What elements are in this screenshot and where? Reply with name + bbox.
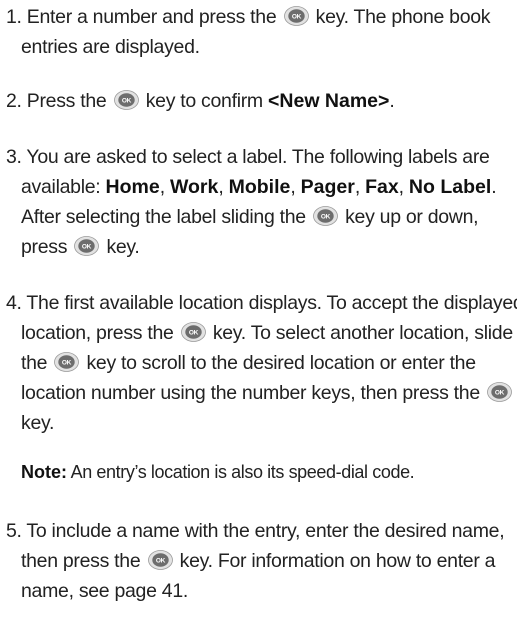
label-work: Work (169, 176, 219, 198)
svg-text:OK: OK (122, 97, 132, 104)
svg-text:OK: OK (495, 389, 505, 396)
step-3: 3. You are asked to select a label. The … (6, 142, 517, 262)
separator: , (218, 176, 224, 198)
step-5: 5. To include a name with the entry, ent… (6, 516, 517, 606)
step-1: 1. Enter a number and press the OK key. … (6, 2, 517, 62)
step-4: 4. The first available location displays… (6, 288, 517, 438)
step-2-text-b: key to confirm (145, 90, 263, 112)
note-label: Note: (21, 462, 67, 482)
svg-text:OK: OK (62, 359, 72, 366)
label-pager: Pager (300, 176, 355, 198)
svg-text:OK: OK (189, 329, 199, 336)
ok-key-icon: OK (180, 322, 206, 342)
ok-key-icon: OK (113, 90, 139, 110)
note-text: An entry’s location is also its speed-di… (70, 462, 415, 482)
label-no-label: No Label (408, 176, 492, 198)
separator: , (398, 176, 404, 198)
label-mobile: Mobile (228, 176, 291, 198)
ok-key-icon: OK (74, 236, 100, 256)
step-2-period: . (389, 90, 395, 112)
label-fax: Fax (365, 176, 399, 198)
step-2-text-a: 2. Press the (6, 90, 107, 112)
ok-key-icon: OK (283, 6, 309, 26)
ok-key-icon: OK (313, 206, 338, 226)
step-1-text-a: 1. Enter a number and press the (6, 6, 277, 28)
step-4-text-c: key to scroll to the desired location or… (21, 352, 480, 404)
step-3-text-d: key. (106, 236, 140, 258)
ok-key-icon: OK (487, 382, 512, 402)
note: Note: An entry’s location is also its sp… (21, 458, 516, 486)
ok-key-icon: OK (147, 550, 173, 570)
separator: , (290, 176, 296, 198)
new-name-option: <New Name> (268, 90, 390, 112)
svg-text:OK: OK (155, 557, 165, 564)
label-home: Home (105, 176, 160, 198)
step-2: 2. Press the OK key to confirm <New Name… (6, 86, 517, 116)
separator: , (354, 176, 360, 198)
svg-text:OK: OK (321, 213, 331, 220)
separator: , (159, 176, 165, 198)
manual-page: 1. Enter a number and press the OK key. … (0, 0, 517, 626)
step-4-text-d: key. (21, 412, 55, 434)
svg-text:OK: OK (291, 13, 301, 20)
ok-key-icon: OK (54, 352, 80, 372)
svg-text:OK: OK (82, 243, 92, 250)
